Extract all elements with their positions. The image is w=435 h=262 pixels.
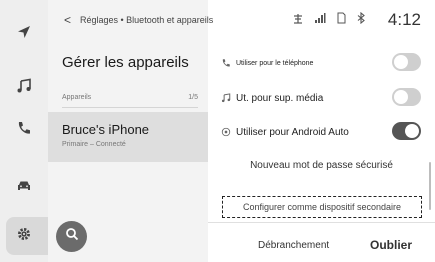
car-icon (16, 178, 32, 199)
rail-item-settings[interactable] (0, 216, 48, 256)
search-icon (65, 227, 79, 246)
scrollbar[interactable] (429, 162, 431, 210)
phone-icon (220, 58, 232, 70)
option-label: Utiliser pour Android Auto (236, 127, 349, 138)
back-button[interactable]: < (64, 13, 71, 27)
device-name: Bruce's iPhone (62, 122, 150, 137)
device-row[interactable]: Bruce's iPhone Primaire – Connecté (48, 112, 208, 162)
signal-icon (314, 12, 326, 27)
breadcrumb: Réglages • Bluetooth et appareils (80, 15, 214, 25)
rail-item-music[interactable] (0, 68, 48, 108)
music-icon (220, 93, 232, 105)
devices-count: 1/5 (188, 94, 198, 101)
rail-item-navigation[interactable] (0, 14, 48, 54)
clock: 4:12 (387, 10, 421, 29)
antenna-icon (292, 12, 304, 27)
bluetooth-icon (356, 11, 366, 27)
rail-item-vehicle[interactable] (0, 168, 48, 208)
top-bar: < Réglages • Bluetooth et appareils 4:12 (48, 0, 435, 40)
new-secure-password-link[interactable]: Nouveau mot de passe sécurisé (208, 160, 435, 171)
toggle-android-auto[interactable] (392, 122, 421, 140)
option-label: Utiliser pour le téléphone (236, 60, 314, 67)
option-label: Ut. pour sup. média (236, 93, 324, 104)
devices-list-label: Appareils (62, 94, 92, 101)
option-phone[interactable]: Utiliser pour le téléphone (208, 48, 435, 80)
side-rail (0, 0, 48, 262)
phone-icon (16, 120, 32, 141)
search-button[interactable] (56, 221, 87, 252)
android-auto-icon (220, 127, 232, 139)
app-window: Gérer les appareils Appareils 1/5 Bruce'… (0, 0, 435, 262)
option-android-auto[interactable]: Utiliser pour Android Auto (208, 117, 435, 149)
sim-icon (336, 12, 346, 27)
music-icon (16, 78, 32, 99)
panel-title: Gérer les appareils (62, 54, 189, 71)
panel-divider (62, 107, 198, 108)
option-media[interactable]: Ut. pour sup. média (208, 83, 435, 115)
disconnect-button[interactable]: Débranchement (258, 240, 329, 251)
toggle-phone[interactable] (392, 53, 421, 71)
status-icons (292, 11, 366, 27)
toggle-media[interactable] (392, 88, 421, 106)
device-options: Utiliser pour le téléphone Ut. pour sup.… (208, 40, 435, 262)
navigation-icon (16, 24, 32, 45)
settings-icon (16, 226, 32, 247)
device-status: Primaire – Connecté (62, 141, 126, 148)
set-secondary-button[interactable]: Configurer comme dispositif secondaire (222, 196, 422, 218)
forget-button[interactable]: Oublier (370, 238, 412, 252)
rail-item-phone[interactable] (0, 110, 48, 150)
options-divider (208, 222, 435, 223)
